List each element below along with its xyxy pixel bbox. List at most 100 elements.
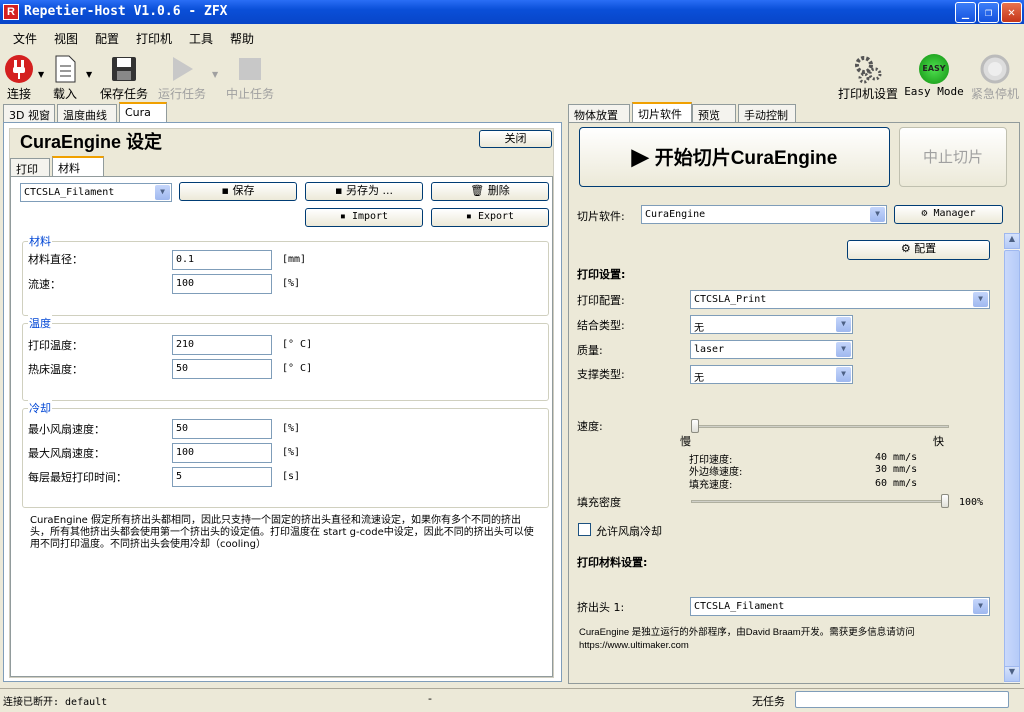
bed-temp-input[interactable]: 50 xyxy=(172,359,272,379)
easy-badge-icon: EASY xyxy=(919,54,949,84)
material-settings-heading: 打印材料设置: xyxy=(577,556,648,569)
tab-slicer[interactable]: 切片软件 xyxy=(632,102,692,122)
scroll-thumb[interactable] xyxy=(1004,250,1020,679)
adhesion-select[interactable]: 无 ▼ xyxy=(690,315,853,334)
app-icon: R xyxy=(3,4,19,20)
print-temp-unit: [° C] xyxy=(282,339,313,350)
chevron-down-icon: ▼ xyxy=(870,207,885,222)
extruder-select[interactable]: CTCSLA_Filament ▼ xyxy=(690,597,990,616)
print-settings-heading: 打印设置: xyxy=(577,268,626,281)
gears-icon xyxy=(853,54,883,84)
print-temp-input[interactable]: 210 xyxy=(172,335,272,355)
quality-select[interactable]: laser ▼ xyxy=(690,340,853,359)
menu-config[interactable]: 配置 xyxy=(95,30,119,47)
start-slicing-button[interactable]: ▶ 开始切片CuraEngine xyxy=(579,127,890,187)
close-button[interactable]: 关闭 xyxy=(479,130,552,148)
printer-settings-button[interactable]: 打印机设置 xyxy=(836,50,900,102)
stop-slicing-button[interactable]: 中止切片 xyxy=(899,127,1007,187)
speed-fast-label: 快 xyxy=(933,435,944,448)
menu-file[interactable]: 文件 xyxy=(13,30,37,47)
window-title: Repetier-Host V1.0.6 - ZFX xyxy=(24,4,228,19)
infill-slider-track[interactable] xyxy=(691,500,949,503)
save-as-button[interactable]: ▪ 另存为 ... xyxy=(305,182,423,201)
floppy-icon: ▪ xyxy=(335,184,346,197)
menu-help[interactable]: 帮助 xyxy=(230,30,254,47)
export-button[interactable]: ▪ Export xyxy=(431,208,549,227)
load-button[interactable]: 载入 xyxy=(50,50,80,102)
min-fan-input[interactable]: 50 xyxy=(172,419,272,439)
load-dropdown-icon[interactable]: ▼ xyxy=(86,70,92,79)
run-job-button[interactable]: 运行任务 xyxy=(156,50,208,102)
minimize-button[interactable]: _ xyxy=(955,2,976,23)
job-status: 无任务 xyxy=(752,695,785,708)
max-fan-label: 最大风扇速度： xyxy=(28,447,105,460)
run-dropdown-icon[interactable]: ▼ xyxy=(212,70,218,79)
tab-manual-control[interactable]: 手动控制 xyxy=(738,104,796,122)
max-fan-input[interactable]: 100 xyxy=(172,443,272,463)
bed-temp-unit: [° C] xyxy=(282,363,313,374)
diameter-unit: [mm] xyxy=(282,254,307,265)
stop-job-button[interactable]: 中止任务 xyxy=(224,50,276,102)
emergency-icon xyxy=(980,54,1010,84)
tab-cura[interactable]: Cura xyxy=(119,102,167,122)
flow-input[interactable]: 100 xyxy=(172,274,272,294)
save-job-button[interactable]: 保存任务 xyxy=(98,50,150,102)
connect-button[interactable]: 连接 xyxy=(2,50,36,102)
vertical-scrollbar[interactable]: ▲ ▼ xyxy=(1004,233,1020,683)
plug-icon xyxy=(4,54,34,84)
menu-view[interactable]: 视图 xyxy=(54,30,78,47)
tab-object-placement[interactable]: 物体放置 xyxy=(568,104,630,122)
temperature-group-title: 温度 xyxy=(28,315,52,331)
cura-note: CuraEngine 假定所有挤出头都相同，因此只支持一个固定的挤出头直径和流速… xyxy=(30,515,534,550)
scroll-up-icon[interactable]: ▲ xyxy=(1004,233,1020,249)
config-button[interactable]: ⚙ 配置 xyxy=(847,240,990,260)
speed-slider-track[interactable] xyxy=(691,425,949,428)
save-profile-button[interactable]: ▪ 保存 xyxy=(179,182,297,201)
print-profile-select[interactable]: CTCSLA_Print ▼ xyxy=(690,290,990,309)
floppy-icon xyxy=(109,54,139,84)
cura-settings-panel: CuraEngine 设定 关闭 打印 材料 CTCSLA_Filament ▼ … xyxy=(3,122,562,682)
diameter-input[interactable]: 0.1 xyxy=(172,250,272,270)
tab-print[interactable]: 打印 xyxy=(10,158,50,176)
extruder-label: 挤出头 1: xyxy=(577,601,625,614)
chevron-down-icon: ▼ xyxy=(973,292,988,307)
tab-preview[interactable]: 预览 xyxy=(692,104,736,122)
temperature-group xyxy=(22,323,549,401)
delete-button[interactable]: 🗑 删除 xyxy=(431,182,549,201)
connection-status: 连接已断开: default xyxy=(3,697,108,708)
max-fan-unit: [%] xyxy=(282,447,301,458)
min-fan-label: 最小风扇速度： xyxy=(28,423,105,436)
min-layer-time-unit: [s] xyxy=(282,471,301,482)
fan-cooling-label: 允许风扇冷却 xyxy=(596,525,662,538)
tab-temperature[interactable]: 温度曲线 xyxy=(57,104,117,122)
profile-select[interactable]: CTCSLA_Filament ▼ xyxy=(20,183,172,202)
infill-slider-thumb[interactable] xyxy=(941,494,949,508)
tab-3d-view[interactable]: 3D 视窗 xyxy=(3,104,55,122)
menu-tools[interactable]: 工具 xyxy=(189,30,213,47)
close-window-button[interactable]: ✕ xyxy=(1001,2,1022,23)
slicer-select[interactable]: CuraEngine ▼ xyxy=(641,205,887,224)
emergency-stop-button[interactable]: 紧急停机 xyxy=(968,50,1022,102)
slicer-footer-note: CuraEngine 是独立运行的外部程序，由David Braam开发。需获更… xyxy=(579,627,915,651)
scroll-down-icon[interactable]: ▼ xyxy=(1004,666,1020,682)
manager-button[interactable]: ⚙ Manager xyxy=(894,205,1003,224)
right-tab-strip: 物体放置 切片软件 预览 手动控制 xyxy=(568,102,1024,124)
connect-dropdown-icon[interactable]: ▼ xyxy=(38,70,44,79)
speed-label: 速度: xyxy=(577,420,603,433)
import-button[interactable]: ▪ Import xyxy=(305,208,423,227)
fan-cooling-checkbox[interactable] xyxy=(578,523,591,536)
status-separator: - xyxy=(428,692,432,705)
min-layer-time-input[interactable]: 5 xyxy=(172,467,272,487)
easy-mode-button[interactable]: EASY Easy Mode xyxy=(904,50,964,98)
speed-slider-thumb[interactable] xyxy=(691,419,699,433)
flow-unit: [%] xyxy=(282,278,301,289)
menu-printer[interactable]: 打印机 xyxy=(136,30,172,47)
diameter-label: 材料直径： xyxy=(28,253,83,266)
document-icon xyxy=(50,54,80,84)
toolbar: 连接 ▼ 载入 ▼ 保存任务 运行任务 ▼ 中止任务 打印机设置 EASY Ea… xyxy=(0,50,1024,102)
maximize-button[interactable]: ❐ xyxy=(978,2,999,23)
tab-material[interactable]: 材料 xyxy=(52,156,104,176)
print-temp-label: 打印温度： xyxy=(28,339,83,352)
support-select[interactable]: 无 ▼ xyxy=(690,365,853,384)
chevron-down-icon: ▼ xyxy=(836,342,851,357)
